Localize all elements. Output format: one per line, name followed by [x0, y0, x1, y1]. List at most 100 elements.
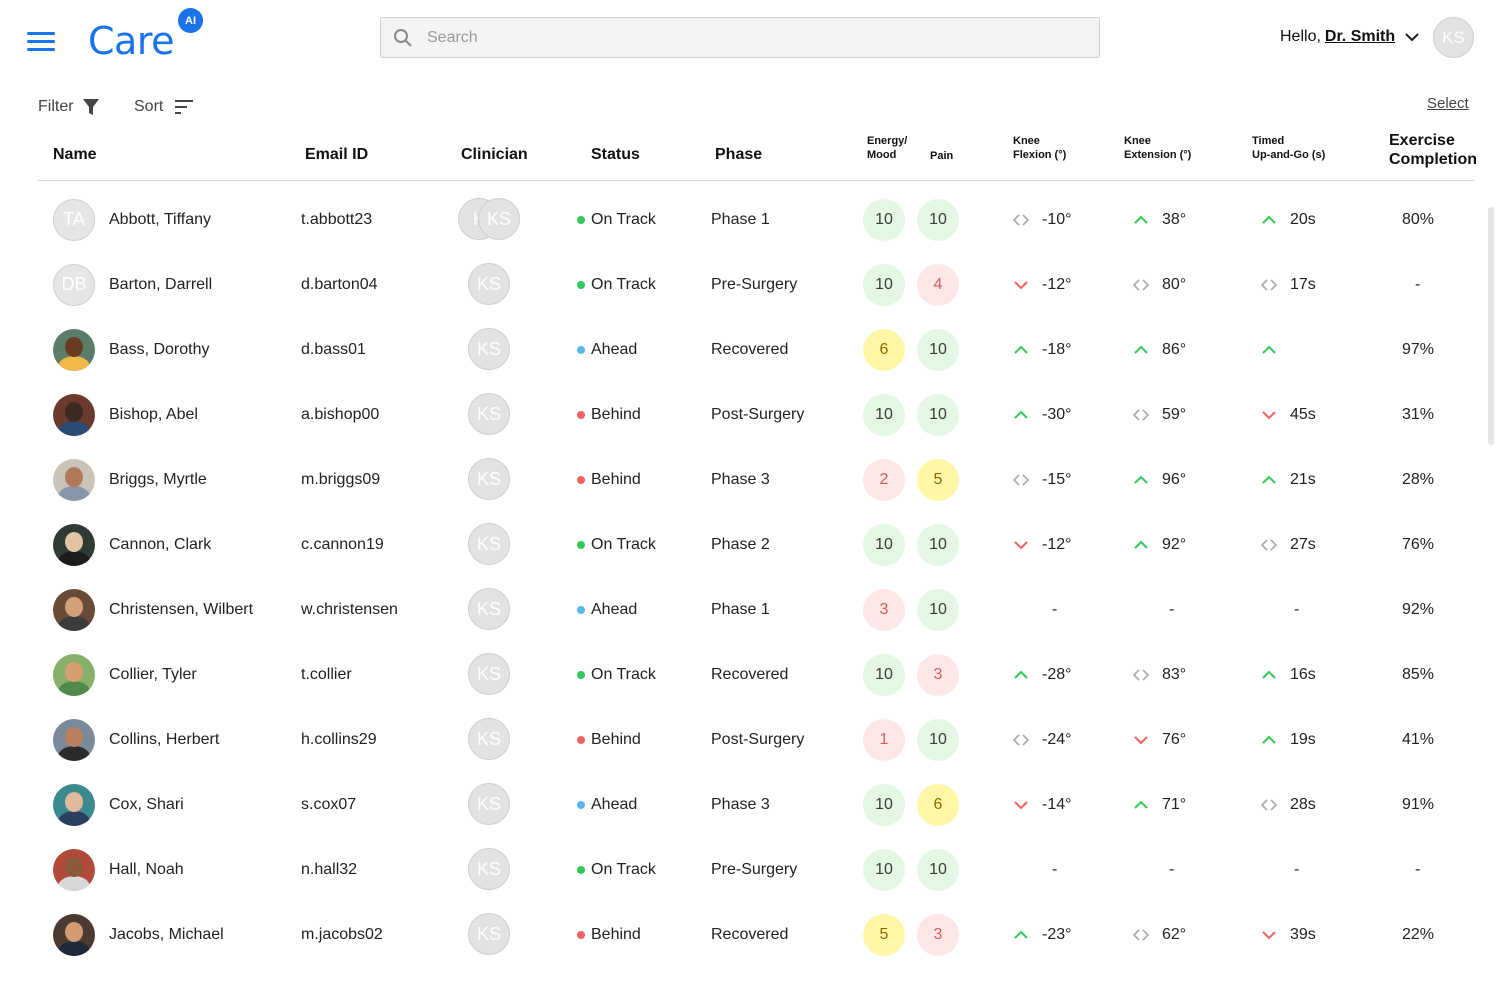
col-phase[interactable]: Phase — [715, 146, 762, 164]
table-row[interactable]: Bass, Dorothy d.bass01 KS Ahead Recovered 6 10… — [0, 317, 1480, 382]
patient-name-cell[interactable]: Collier, Tyler — [53, 642, 197, 707]
energy-score-badge: 10 — [863, 848, 905, 891]
clinician-avatar[interactable]: KS — [468, 653, 510, 695]
patient-name[interactable]: Jacobs, Michael — [109, 926, 224, 944]
trend-up-icon — [1134, 345, 1148, 354]
status-text: On Track — [591, 210, 656, 228]
pain-score-badge: 10 — [917, 523, 959, 566]
patient-name-cell[interactable]: Briggs, Myrtle — [53, 447, 207, 512]
col-timed-up-and-go[interactable]: Timed Up-and-Go (s) — [1252, 134, 1325, 162]
patient-name[interactable]: Collins, Herbert — [109, 731, 219, 749]
chevron-down-icon[interactable] — [1405, 32, 1419, 42]
app-logo[interactable]: Care AI — [88, 8, 203, 66]
col-clinician[interactable]: Clinician — [461, 146, 528, 164]
patient-name[interactable]: Barton, Darrell — [109, 276, 212, 294]
col-status[interactable]: Status — [591, 146, 640, 164]
patient-name-cell[interactable]: Cox, Shari — [53, 772, 184, 837]
patient-name[interactable]: Abbott, Tiffany — [109, 211, 211, 229]
select-link[interactable]: Select — [1427, 95, 1469, 112]
status-cell: On Track — [577, 642, 656, 707]
clinician-avatar[interactable]: KS — [478, 198, 520, 240]
table-row[interactable]: Collins, Herbert h.collins29 KS Behind Post-… — [0, 707, 1480, 772]
knee-extension-value: 38° — [1162, 210, 1187, 228]
knee-extension-cell: 71° — [1132, 772, 1186, 837]
patient-name-cell[interactable]: Bishop, Abel — [53, 382, 198, 447]
search-bar[interactable] — [380, 17, 1100, 58]
knee-extension-cell: 59° — [1132, 382, 1186, 447]
col-name[interactable]: Name — [53, 146, 97, 164]
col-extension-line1: Knee — [1124, 135, 1151, 147]
search-input[interactable] — [427, 28, 1067, 47]
patient-name-cell[interactable]: Jacobs, Michael — [53, 902, 224, 967]
knee-flexion-cell: - — [1052, 577, 1057, 642]
table-row[interactable]: Cox, Shari s.cox07 KS Ahead Phase 3 10 6 -14° 71… — [0, 772, 1480, 837]
table-row[interactable]: TAAbbott, Tiffanyt.abbott23KKSOn TrackPh… — [0, 187, 1480, 252]
patient-name[interactable]: Cannon, Clark — [109, 536, 211, 554]
patient-name[interactable]: Christensen, Wilbert — [109, 601, 253, 619]
status-dot — [577, 930, 585, 939]
table-row[interactable]: Jacobs, Michael m.jacobs02 KS Behind Recover… — [0, 902, 1480, 967]
clinician-avatar[interactable]: KS — [468, 328, 510, 370]
patient-name-cell[interactable]: Hall, Noah — [53, 837, 184, 902]
col-tug-line2: Up-and-Go (s) — [1252, 149, 1326, 161]
clinician-avatar[interactable]: KS — [468, 458, 510, 500]
status-dot — [577, 670, 585, 679]
knee-flexion-cell: -15° — [1012, 447, 1072, 512]
energy-score-badge: 6 — [863, 328, 905, 371]
patient-name[interactable]: Collier, Tyler — [109, 666, 197, 684]
clinician-avatar[interactable]: KS — [468, 523, 510, 565]
status-cell: On Track — [577, 252, 656, 317]
patient-name-cell[interactable]: DB Barton, Darrell — [53, 252, 212, 317]
vertical-scrollbar[interactable] — [1488, 207, 1494, 445]
col-knee-extension[interactable]: Knee Extension (°) — [1124, 134, 1191, 162]
patient-name-cell[interactable]: TA Abbott, Tiffany — [53, 187, 211, 252]
patient-name-cell[interactable]: Collins, Herbert — [53, 707, 219, 772]
col-exercise-completion[interactable]: Exercise Completion — [1389, 131, 1477, 169]
table-row[interactable]: Cannon, Clark c.cannon19 KS On Track Phase 2… — [0, 512, 1480, 577]
col-email[interactable]: Email ID — [305, 146, 368, 164]
clinician-avatar[interactable]: KS — [468, 263, 510, 305]
table-row[interactable]: Bishop, Abel a.bishop00 KS Behind Post-Surge… — [0, 382, 1480, 447]
table-row[interactable]: Hall, Noah n.hall32 KS On Track Pre-Surgery 1… — [0, 837, 1480, 902]
clinician-avatar[interactable]: KS — [468, 913, 510, 955]
filter-button[interactable]: Filter — [38, 98, 100, 116]
patient-name[interactable]: Bass, Dorothy — [109, 341, 209, 359]
col-pain[interactable]: Pain — [930, 149, 953, 163]
table-row[interactable]: Christensen, Wilbert w.christensen KS Ahead… — [0, 577, 1480, 642]
clinician-avatar[interactable]: KS — [468, 393, 510, 435]
energy-score-badge: 10 — [863, 523, 905, 566]
user-avatar[interactable]: KS — [1433, 17, 1474, 58]
tug-cell: 17s — [1260, 252, 1316, 317]
table-row[interactable]: Briggs, Myrtle m.briggs09 KS Behind Phase 3 2… — [0, 447, 1480, 512]
clinician-avatar[interactable]: KS — [468, 848, 510, 890]
user-name-link[interactable]: Dr. Smith — [1325, 28, 1395, 46]
patient-avatar-photo — [53, 328, 95, 371]
col-knee-flexion[interactable]: Knee Flexion (°) — [1013, 134, 1066, 162]
patient-name[interactable]: Hall, Noah — [109, 861, 184, 879]
patient-name-cell[interactable]: Bass, Dorothy — [53, 317, 209, 382]
knee-extension-value: - — [1169, 600, 1175, 618]
col-tug-line1: Timed — [1252, 135, 1285, 147]
hamburger-menu-icon[interactable] — [27, 32, 55, 52]
clinician-avatar[interactable]: KS — [468, 588, 510, 630]
patient-name[interactable]: Briggs, Myrtle — [109, 471, 207, 489]
table-row[interactable]: DB Barton, Darrell d.barton04 KS On Track Pre… — [0, 252, 1480, 317]
trend-up-icon — [1014, 410, 1028, 419]
pain-cell: 10 — [917, 512, 959, 577]
clinician-avatar[interactable]: KS — [468, 783, 510, 825]
patient-name[interactable]: Cox, Shari — [109, 796, 184, 814]
status-dot — [577, 800, 585, 809]
patient-name-cell[interactable]: Christensen, Wilbert — [53, 577, 253, 642]
col-energy-mood[interactable]: Energy/ Mood — [867, 134, 907, 162]
tug-value: 39s — [1290, 925, 1316, 943]
phase-text: Pre-Surgery — [711, 275, 798, 293]
clinician-avatar[interactable]: KS — [468, 718, 510, 760]
patient-name-cell[interactable]: Cannon, Clark — [53, 512, 211, 577]
table-row[interactable]: Collier, Tyler t.collier KS On Track Recover… — [0, 642, 1480, 707]
status-cell: Ahead — [577, 772, 637, 837]
tug-value: 19s — [1290, 730, 1316, 748]
patient-name[interactable]: Bishop, Abel — [109, 406, 198, 424]
status-text: On Track — [591, 535, 656, 553]
sort-button[interactable]: Sort — [134, 98, 195, 116]
exercise-completion-value: 92% — [1402, 600, 1435, 618]
